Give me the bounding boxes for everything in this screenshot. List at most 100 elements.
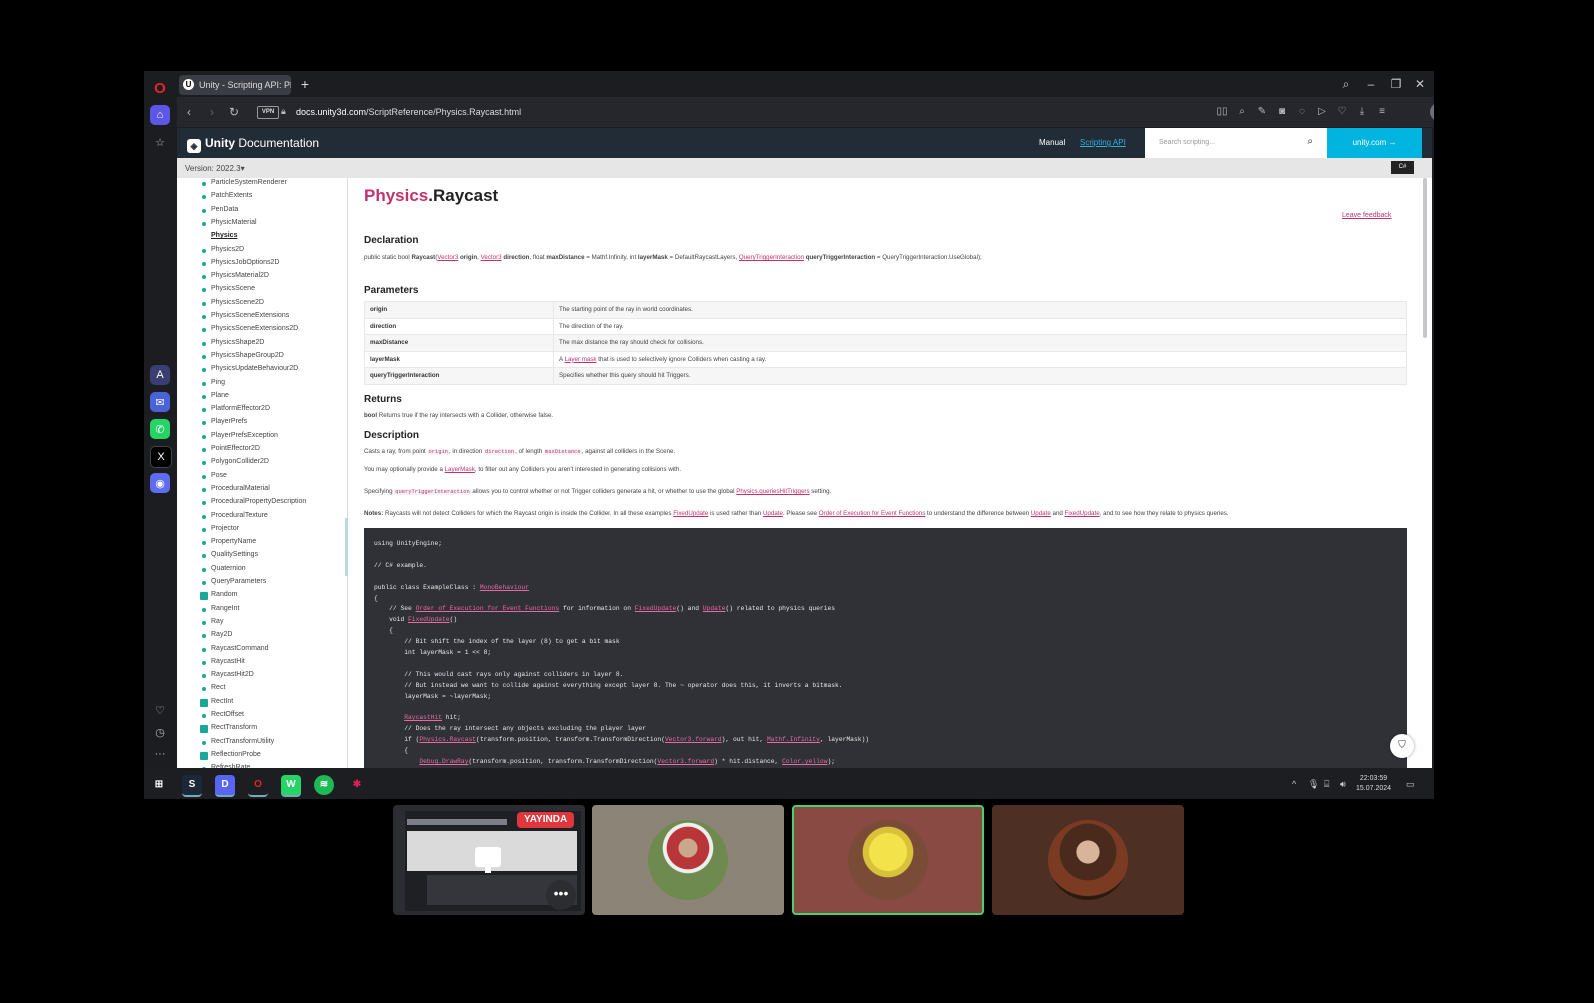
sidebar-nav-item[interactable]: PropertyName bbox=[201, 538, 256, 546]
messenger-icon[interactable]: ✉ bbox=[150, 392, 170, 412]
sidebar-nav-item[interactable]: PlayerPrefsException bbox=[202, 432, 278, 439]
sidebar-nav-item[interactable]: ParticleSystemRenderer bbox=[202, 179, 287, 186]
close-icon[interactable]: ✕ bbox=[1411, 75, 1429, 93]
discord-icon[interactable]: ◉ bbox=[150, 473, 170, 493]
play-icon[interactable]: ▷ bbox=[1314, 104, 1330, 120]
notifications-icon[interactable]: ▭ bbox=[1406, 778, 1415, 790]
unity-logo[interactable]: ◈ Unity Documentation bbox=[187, 135, 319, 153]
fixedupdate-link[interactable]: FixedUpdate bbox=[1065, 510, 1100, 517]
history-icon[interactable]: ◷ bbox=[150, 722, 170, 742]
screen-share-tile[interactable]: YAYINDA ••• bbox=[393, 805, 585, 915]
layermask-link[interactable]: LayerMask bbox=[445, 466, 475, 473]
slack-icon[interactable]: ✱ bbox=[347, 775, 367, 795]
zoom-icon[interactable]: ⌕ bbox=[1234, 104, 1250, 120]
execution-order-link[interactable]: Order of Execution for Event Functions bbox=[819, 510, 926, 517]
sidebar-nav-item[interactable]: Projector bbox=[201, 525, 239, 532]
sidebar-nav-item[interactable]: Rect bbox=[201, 684, 225, 692]
vector3-link[interactable]: Vector3 bbox=[437, 254, 458, 261]
spotify-icon[interactable]: ≋ bbox=[314, 775, 334, 795]
browser-tab[interactable]: U Unity - Scripting API: Phys bbox=[179, 75, 291, 95]
sidebar-nav-item[interactable]: RefreshRate bbox=[201, 764, 250, 768]
wallet-icon[interactable]: ◌ bbox=[1294, 104, 1310, 120]
sidebar-nav-item[interactable]: PatchExtents bbox=[201, 192, 252, 200]
sidebar-nav-item[interactable]: PhysicMaterial bbox=[202, 219, 257, 226]
search-icon[interactable]: ⌕ bbox=[1307, 136, 1313, 147]
sidebar-nav-item[interactable]: PhysicsShapeGroup2D bbox=[202, 352, 284, 359]
sidebar-nav-item[interactable]: PhysicsSceneExtensions2D bbox=[201, 325, 298, 333]
discord-taskbar-icon[interactable]: D bbox=[215, 775, 235, 797]
sidebar-nav-item[interactable]: ReflectionProbe bbox=[200, 751, 261, 760]
sidebar-nav-item[interactable]: Quaternion bbox=[202, 565, 246, 572]
sidebar-nav-item[interactable]: PhysicsJobOptions2D bbox=[201, 259, 279, 266]
sidebar-nav-item[interactable]: PhysicsScene2D bbox=[202, 299, 264, 306]
nav-scripting-api-link[interactable]: Scripting API bbox=[1080, 138, 1126, 147]
opera-logo-icon[interactable]: O bbox=[150, 78, 170, 98]
sidebar-nav-item[interactable]: Plane bbox=[202, 392, 229, 399]
new-tab-button[interactable]: + bbox=[297, 75, 313, 93]
sidebar-nav-item[interactable]: RectTransformUtility bbox=[201, 738, 274, 745]
home-icon[interactable]: ⌂ bbox=[150, 105, 170, 125]
sidebar-nav-item[interactable]: ProceduralPropertyDescription bbox=[201, 498, 306, 506]
participant-tile-active[interactable] bbox=[792, 805, 984, 915]
clock[interactable]: 22:03:59 15.07.2024 bbox=[1356, 774, 1391, 794]
participant-tile[interactable] bbox=[592, 805, 784, 915]
vpn-badge[interactable]: VPN bbox=[257, 106, 279, 119]
aria-icon[interactable]: A bbox=[150, 365, 170, 385]
more-icon[interactable]: ··· bbox=[150, 744, 170, 764]
sidebar-nav-item[interactable]: Ping bbox=[201, 379, 225, 386]
volume-icon[interactable]: 🔊︎ bbox=[1340, 778, 1346, 790]
sidebar-nav-item[interactable]: PolygonCollider2D bbox=[202, 458, 269, 466]
sidebar-nav-item[interactable]: ProceduralTexture bbox=[202, 512, 268, 519]
x-icon[interactable]: X bbox=[150, 446, 172, 468]
sidebar-nav-item[interactable]: Ray bbox=[201, 618, 223, 625]
profile-avatar[interactable]: ◐ bbox=[1430, 103, 1434, 121]
minimize-icon[interactable]: – bbox=[1362, 75, 1380, 93]
layer-mask-link[interactable]: Layer mask bbox=[565, 356, 597, 363]
sidebar-nav-item[interactable]: Ray2D bbox=[201, 631, 232, 639]
code-link[interactable]: FixedUpdate bbox=[635, 605, 677, 612]
unity-com-link[interactable]: unity.com → bbox=[1327, 128, 1422, 158]
code-link[interactable]: Mathf.Infinity bbox=[767, 736, 820, 743]
sidebar-nav-item[interactable]: ProceduralMaterial bbox=[202, 485, 270, 492]
fixedupdate-link[interactable]: FixedUpdate bbox=[673, 510, 708, 517]
shield-icon[interactable]: ⛉ bbox=[1390, 734, 1414, 758]
code-link[interactable]: Update bbox=[703, 605, 726, 612]
network-icon[interactable]: ⌸ bbox=[1324, 778, 1329, 790]
search-tabs-icon[interactable]: ⌕ bbox=[1337, 75, 1355, 93]
code-link[interactable]: Physics.Raycast bbox=[419, 736, 476, 743]
maximize-icon[interactable]: ❐ bbox=[1387, 75, 1405, 93]
tray-chevron-icon[interactable]: ^ bbox=[1292, 778, 1296, 790]
download-icon[interactable]: ⤓ bbox=[1354, 104, 1370, 120]
sidebar-nav-item[interactable]: Random bbox=[199, 591, 237, 601]
update-link[interactable]: Update bbox=[1031, 510, 1051, 517]
sidebar-nav-item[interactable]: Physics2D bbox=[201, 246, 244, 253]
sidebar-nav-item[interactable]: PhysicsUpdateBehaviour2D bbox=[201, 365, 298, 373]
code-link[interactable]: Color.yellow bbox=[782, 758, 827, 765]
sidebar-nav-item[interactable]: Physics bbox=[211, 232, 237, 239]
favorites-icon[interactable]: ♡ bbox=[1334, 104, 1350, 120]
sidebar-nav-item[interactable]: RangeInt bbox=[201, 605, 239, 612]
whatsapp-icon[interactable]: ✆ bbox=[150, 419, 170, 439]
sidebar-nav-item[interactable]: PlayerPrefs bbox=[201, 418, 247, 426]
more-options-button[interactable]: ••• bbox=[546, 880, 576, 910]
lock-icon[interactable]: 🔒︎ bbox=[281, 105, 291, 117]
sidebar-nav-item[interactable]: PhysicsScene bbox=[202, 285, 255, 293]
sidebar-nav-item[interactable]: QueryParameters bbox=[201, 578, 266, 585]
url-field[interactable]: docs.unity3d.com/ScriptReference/Physics… bbox=[296, 105, 521, 119]
pinboard-icon[interactable]: ☆ bbox=[150, 132, 170, 152]
sidebar-nav-item[interactable]: RectOffset bbox=[202, 711, 244, 718]
code-link[interactable]: Vector3.forward bbox=[665, 736, 722, 743]
code-link[interactable]: MonoBehaviour bbox=[480, 584, 529, 591]
reload-icon[interactable]: ↻ bbox=[225, 103, 243, 121]
menu-icon[interactable]: ≡ bbox=[1374, 104, 1390, 120]
sidebar-nav-item[interactable]: QualitySettings bbox=[201, 551, 258, 559]
sidebar-nav-item[interactable]: RectInt bbox=[199, 698, 233, 707]
microphone-icon[interactable]: 🎙︎ bbox=[1308, 778, 1319, 790]
sidebar-nav-item[interactable]: RaycastHit2D bbox=[202, 671, 254, 679]
sidebar-nav-item[interactable]: PointEffector2D bbox=[202, 445, 260, 452]
page-scrollbar[interactable] bbox=[1423, 178, 1427, 338]
language-button[interactable]: C# bbox=[1391, 161, 1414, 174]
sidebar-nav-item[interactable]: PhysicsMaterial2D bbox=[202, 272, 269, 280]
reader-icon[interactable]: ▯▯ bbox=[1214, 104, 1230, 120]
sidebar-nav-item[interactable]: PhysicsSceneExtensions bbox=[201, 312, 289, 319]
